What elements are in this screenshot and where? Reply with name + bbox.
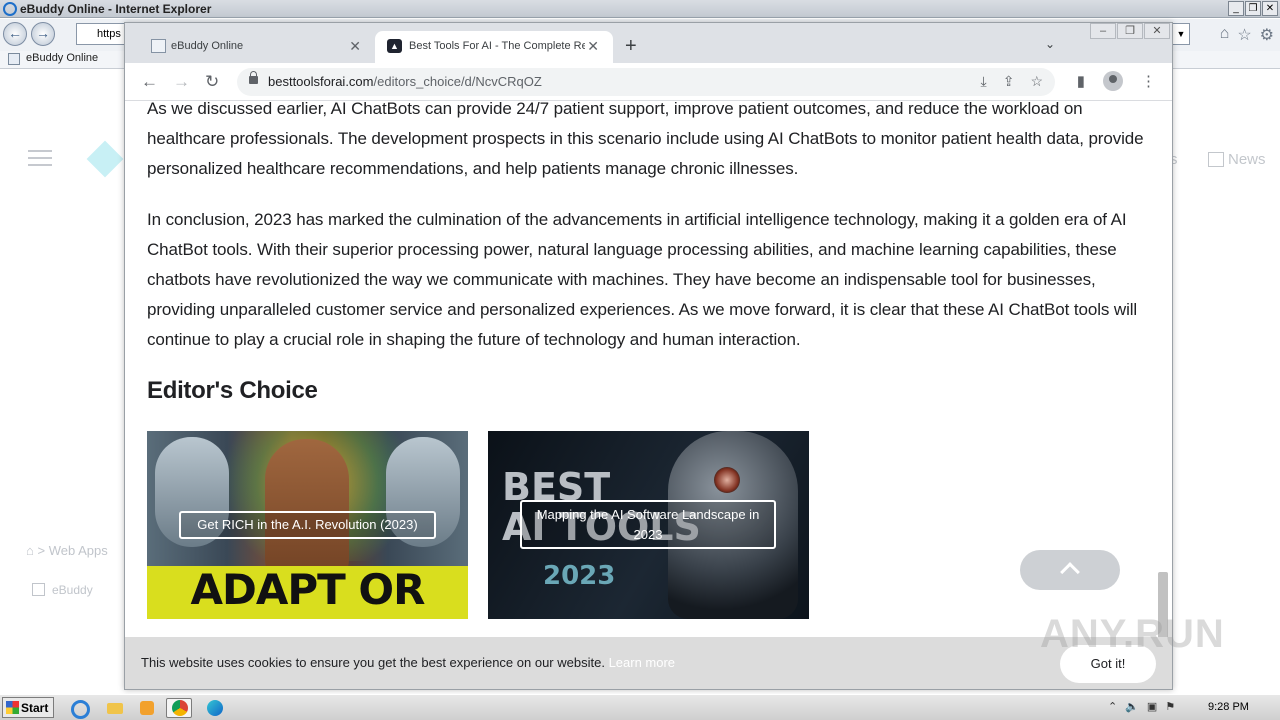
restore-icon[interactable]: ❐ xyxy=(1117,23,1143,39)
profile-avatar-icon[interactable] xyxy=(1103,71,1123,91)
share-icon[interactable]: ⇪ xyxy=(1003,73,1015,90)
new-tab-icon[interactable]: + xyxy=(625,35,637,58)
start-button[interactable]: Start xyxy=(2,697,54,718)
sidebar-item-label: eBuddy xyxy=(52,583,93,597)
cookie-banner: This website uses cookies to ensure you … xyxy=(125,637,1172,689)
thumbnail-year-text: 2023 xyxy=(543,561,616,591)
install-app-icon[interactable]: ⤓ xyxy=(981,73,987,90)
chrome-window: eBuddy Online ✕ ▲ Best Tools For AI - Th… xyxy=(124,22,1173,690)
taskbar: Start ⌃ 🔈 ▣ ⚑ 9:28 PM xyxy=(0,694,1280,720)
page-favicon-icon xyxy=(8,53,20,65)
breadcrumb-separator: > xyxy=(37,543,46,558)
cookie-text: This website uses cookies to ensure you … xyxy=(141,655,605,670)
card-caption[interactable]: Mapping the AI Software Landscape in 202… xyxy=(520,500,776,549)
editors-choice-card[interactable]: BEST AI TOOLS 2023 Mapping the AI Softwa… xyxy=(488,431,809,619)
news-icon xyxy=(1208,152,1224,167)
ie-window-title: eBuddy Online - Internet Explorer xyxy=(20,2,212,16)
gear-icon[interactable]: ⚙ xyxy=(1260,25,1274,45)
forward-icon[interactable]: → xyxy=(31,22,55,46)
bookmark-star-icon[interactable]: ☆ xyxy=(1030,73,1043,90)
minimize-icon[interactable]: – xyxy=(1090,23,1116,39)
page-content: As we discussed earlier, AI ChatBots can… xyxy=(125,102,1172,689)
volume-icon[interactable]: 🔈 xyxy=(1125,700,1139,713)
home-icon[interactable]: ⌂ xyxy=(1220,25,1230,45)
close-tab-icon[interactable]: ✕ xyxy=(349,38,361,55)
network-icon[interactable]: ▣ xyxy=(1147,700,1157,713)
learn-more-link[interactable]: Learn more xyxy=(609,655,675,670)
side-panel-icon[interactable]: ▮ xyxy=(1077,72,1085,90)
back-icon[interactable]: ← xyxy=(3,22,27,46)
tray-expand-icon[interactable]: ⌃ xyxy=(1108,700,1117,713)
start-label: Start xyxy=(21,701,49,715)
address-bar[interactable]: besttoolsforai.com/editors_choice/d/NcvC… xyxy=(237,68,1055,96)
article-paragraph: As we discussed earlier, AI ChatBots can… xyxy=(147,102,1144,178)
favorites-star-icon[interactable]: ☆ xyxy=(1237,25,1251,45)
lock-icon[interactable] xyxy=(249,71,258,84)
ie-address-dropdown[interactable]: ▼ xyxy=(1172,23,1190,45)
omnibar: ← → ↻ besttoolsforai.com/editors_choice/… xyxy=(125,63,1172,101)
url-text[interactable]: besttoolsforai.com/editors_choice/d/NcvC… xyxy=(268,74,542,89)
windows-logo-icon xyxy=(6,701,19,714)
tab-search-chevron-icon[interactable]: ⌄ xyxy=(1045,37,1055,51)
site-logo-icon xyxy=(86,140,124,178)
close-icon[interactable]: ✕ xyxy=(1144,23,1170,39)
cookie-message: This website uses cookies to ensure you … xyxy=(141,655,675,670)
kebab-menu-icon[interactable]: ⋮ xyxy=(1141,72,1156,90)
section-title: Editor's Choice xyxy=(147,377,318,404)
ie-right-icons: ⌂ ☆ ⚙ xyxy=(1220,25,1274,45)
anyrun-watermark: ANY.RUN xyxy=(1040,612,1225,656)
address-bar-icons: ⤓ ⇪ ☆ xyxy=(981,73,1044,90)
action-center-flag-icon[interactable]: ⚑ xyxy=(1165,700,1175,713)
ie-sidebar-item-ebuddy[interactable]: eBuddy xyxy=(32,583,93,597)
ie-tab[interactable]: eBuddy Online xyxy=(4,52,99,65)
ie-logo-icon xyxy=(3,2,17,16)
minimize-icon[interactable]: _ xyxy=(1228,1,1244,16)
home-icon[interactable]: ⌂ xyxy=(26,543,34,558)
close-tab-icon[interactable]: ✕ xyxy=(587,38,599,55)
hamburger-menu-icon[interactable] xyxy=(28,150,52,171)
toolbar-right: ▮ ⋮ xyxy=(1077,71,1156,91)
close-icon[interactable]: ✕ xyxy=(1262,1,1278,16)
chrome-window-controls: – ❐ ✕ xyxy=(1089,23,1170,39)
ie-news-link[interactable]: News xyxy=(1228,151,1266,168)
chrome-icon[interactable] xyxy=(166,698,192,718)
page-favicon-icon xyxy=(151,39,166,53)
internet-explorer-icon[interactable] xyxy=(66,698,92,719)
tab-strip: eBuddy Online ✕ ▲ Best Tools For AI - Th… xyxy=(125,23,1172,63)
ie-address-bar[interactable]: https xyxy=(76,23,126,45)
folder-icon[interactable] xyxy=(102,698,128,718)
tab-best-tools-for-ai[interactable]: ▲ Best Tools For AI - The Complete Res ✕ xyxy=(375,31,613,63)
reload-icon[interactable]: ↻ xyxy=(205,72,219,92)
card-caption[interactable]: Get RICH in the A.I. Revolution (2023) xyxy=(179,511,436,539)
forward-icon[interactable]: → xyxy=(173,72,190,92)
media-player-icon[interactable] xyxy=(134,698,160,718)
scroll-to-top-button[interactable] xyxy=(1020,550,1120,590)
tab-ebuddy-online[interactable]: eBuddy Online ✕ xyxy=(139,31,375,63)
edge-icon[interactable] xyxy=(202,698,228,718)
breadcrumb: ⌂ > Web Apps xyxy=(26,543,108,558)
tab-label: eBuddy Online xyxy=(171,40,244,52)
tab-label: Best Tools For AI - The Complete Res xyxy=(409,40,585,52)
ie-tab-label: eBuddy Online xyxy=(26,52,99,64)
robot-eye-image xyxy=(714,467,740,493)
ie-window-controls: _ ❐ ✕ xyxy=(1228,1,1278,16)
ie-title-bar: eBuddy Online - Internet Explorer _ ❐ ✕ xyxy=(0,0,1280,18)
restore-icon[interactable]: ❐ xyxy=(1245,1,1261,16)
broken-image-icon xyxy=(32,583,45,596)
thumbnail-banner-text: ADAPT OR DIE xyxy=(190,565,426,619)
system-tray: ⌃ 🔈 ▣ ⚑ xyxy=(1108,700,1175,713)
url-host: besttoolsforai.com xyxy=(268,74,374,89)
back-icon[interactable]: ← xyxy=(141,72,158,92)
url-path: /editors_choice/d/NcvCRqOZ xyxy=(373,74,542,89)
article-paragraph: In conclusion, 2023 has marked the culmi… xyxy=(147,210,1138,349)
editors-choice-card[interactable]: ADAPT OR DIE Get RICH in the A.I. Revolu… xyxy=(147,431,468,619)
clock[interactable]: 9:28 PM xyxy=(1208,701,1249,713)
site-favicon-icon: ▲ xyxy=(387,39,402,53)
breadcrumb-web-apps[interactable]: Web Apps xyxy=(49,543,108,558)
